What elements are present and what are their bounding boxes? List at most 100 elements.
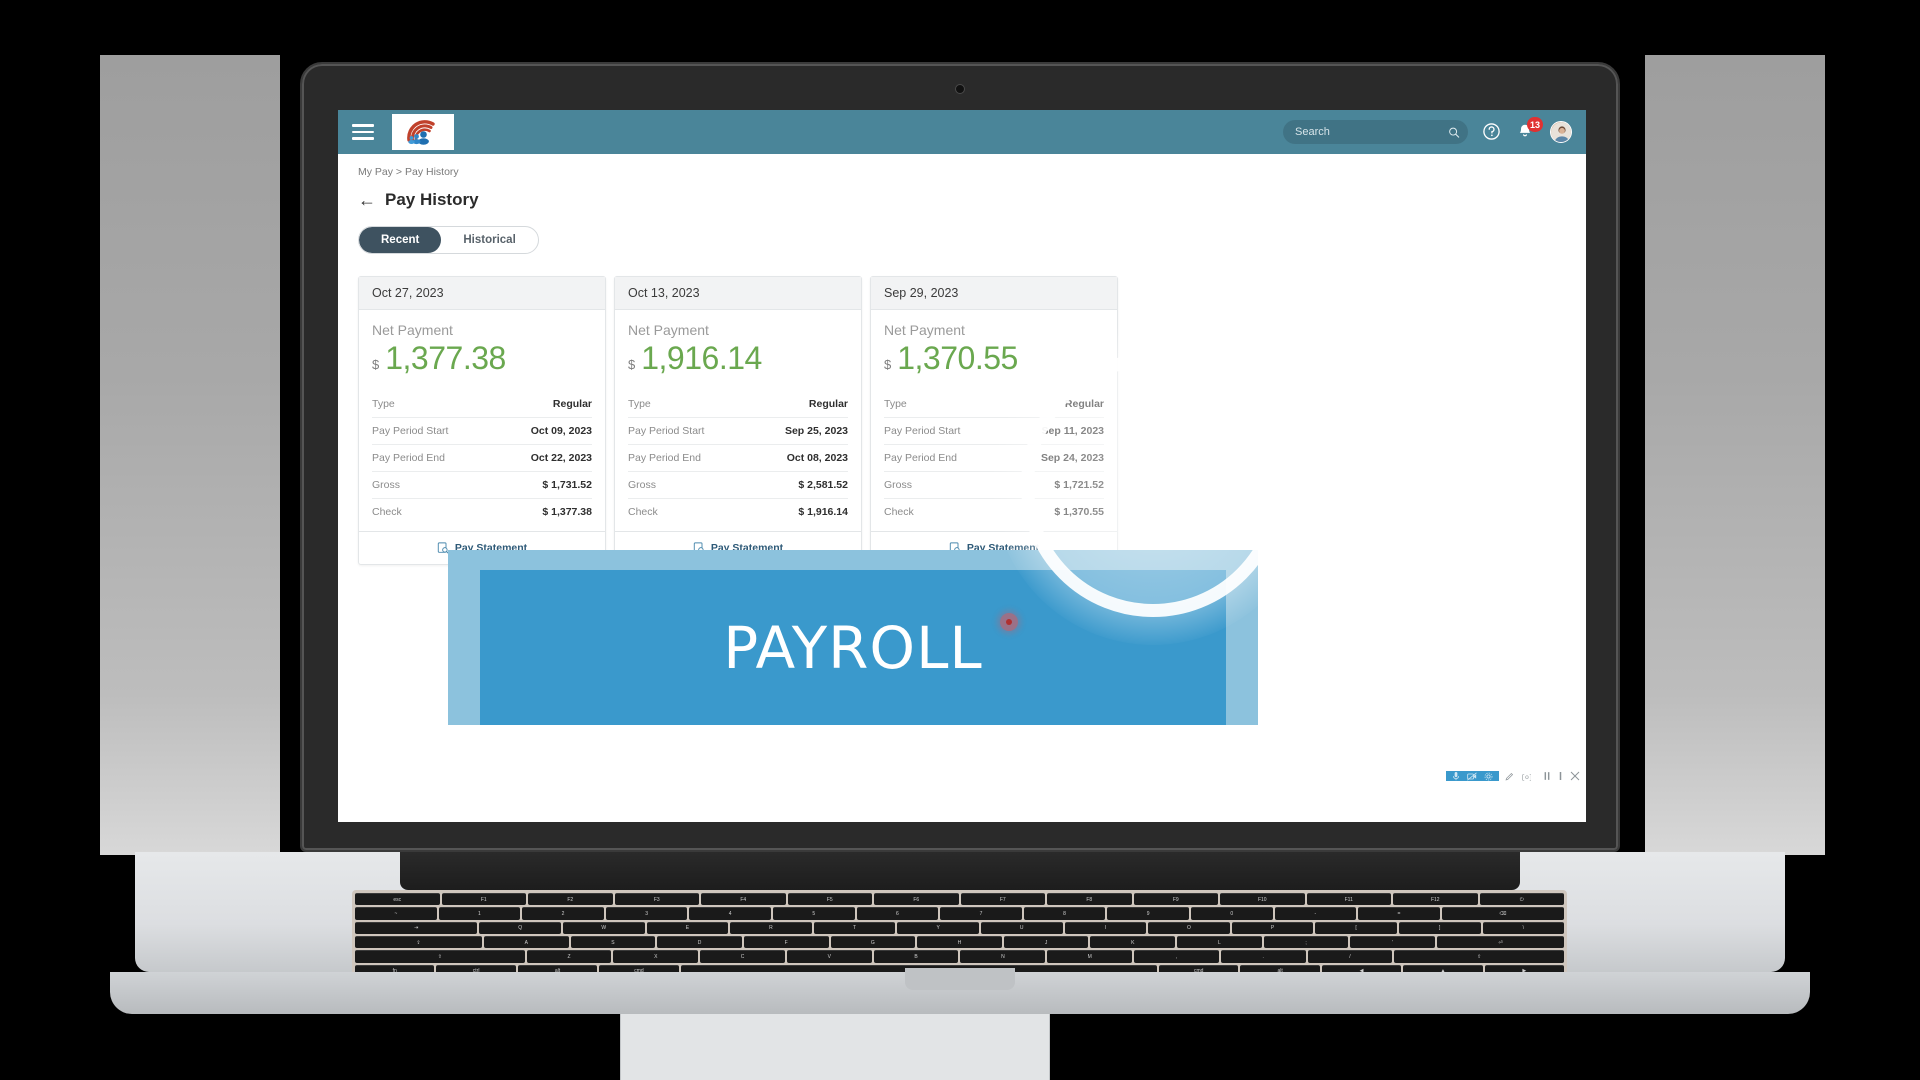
net-payment-amount: $ 1,377.38 [372, 340, 592, 377]
currency-symbol: $ [372, 357, 380, 372]
row-label: Pay Period End [628, 452, 701, 464]
key: L [1177, 935, 1262, 949]
pay-detail-row: Pay Period End Oct 22, 2023 [372, 445, 592, 472]
key: Y [897, 921, 979, 934]
key: X [613, 950, 699, 963]
backdrop-panel-right [1645, 55, 1825, 855]
key: [ [1315, 921, 1397, 934]
key: F1 [441, 893, 526, 906]
key: O [1148, 921, 1230, 934]
row-value: Sep 25, 2023 [784, 425, 848, 437]
key: , [1134, 950, 1219, 963]
pay-card[interactable]: Oct 27, 2023 Net Payment $ 1,377.38 Type… [358, 276, 606, 565]
key: F12 [1393, 893, 1478, 906]
key: ⌫ [1441, 907, 1565, 920]
net-payment-value: 1,377.38 [385, 340, 506, 376]
video-controls-mid[interactable]: [o] [1499, 772, 1537, 781]
settings-icon[interactable] [1484, 772, 1493, 781]
key: I [1064, 921, 1147, 934]
row-label: Type [372, 398, 395, 410]
bell-icon[interactable]: 13 [1516, 117, 1543, 142]
key: Q [479, 921, 561, 934]
row-value: Oct 09, 2023 [530, 425, 592, 437]
back-arrow-icon[interactable]: ← [358, 191, 376, 209]
laptop-keyboard: esc F1 F2 F3 F4 F5 F6 F7 F8 F9 F10 F11 F… [352, 890, 1567, 980]
row-label: Pay Period Start [628, 425, 705, 437]
hamburger-menu-icon[interactable] [352, 124, 374, 140]
row-label: Check [372, 506, 402, 518]
keyboard-row: ⇥ Q W E R T Y U I O P [ ] \ [355, 921, 1565, 934]
key: 8 [1023, 907, 1106, 920]
tab-historical[interactable]: Historical [441, 227, 537, 253]
key: G [830, 935, 916, 949]
pay-card[interactable]: Oct 13, 2023 Net Payment $ 1,916.14 Type… [614, 276, 862, 565]
row-label: Pay Period Start [372, 425, 449, 437]
currency-symbol: $ [628, 357, 636, 372]
row-value: $ 1,916.14 [798, 506, 848, 518]
video-control-bar[interactable]: [o] [1446, 766, 1586, 786]
key: 2 [522, 907, 604, 920]
search-input[interactable] [1295, 126, 1448, 138]
pay-card[interactable]: Sep 29, 2023 Net Payment $ 1,370.55 Type… [870, 276, 1118, 565]
row-value: $ 1,731.52 [542, 479, 592, 491]
pause-icon[interactable] [1543, 771, 1551, 781]
key: B [873, 950, 959, 963]
user-avatar[interactable] [1550, 121, 1572, 143]
key: 3 [605, 907, 688, 920]
pay-card-body: Net Payment $ 1,370.55 Type Regular Pay … [871, 310, 1117, 531]
key: T [813, 921, 896, 934]
stop-icon[interactable] [1558, 771, 1563, 781]
logo-icon [407, 120, 435, 145]
row-value: $ 2,581.52 [798, 479, 848, 491]
pencil-icon[interactable] [1505, 772, 1514, 781]
video-controls-right[interactable] [1537, 771, 1586, 781]
laptop-latch-notch [905, 968, 1015, 990]
camera-off-icon[interactable] [1467, 772, 1477, 781]
row-value: Sep 11, 2023 [1041, 425, 1104, 437]
key: N [960, 950, 1046, 963]
pay-detail-row: Gross $ 1,721.52 [884, 472, 1104, 499]
key: ⇧ [1394, 950, 1564, 963]
key: F11 [1306, 893, 1391, 906]
breadcrumb[interactable]: My Pay > Pay History [358, 166, 1566, 178]
row-value: $ 1,377.38 [542, 506, 592, 518]
microphone-icon[interactable] [1452, 771, 1460, 781]
key: 4 [689, 907, 771, 920]
pay-card-body: Net Payment $ 1,916.14 Type Regular Pay … [615, 310, 861, 531]
net-payment-amount: $ 1,916.14 [628, 340, 848, 377]
video-controls-left[interactable] [1446, 771, 1499, 781]
key: esc [355, 893, 440, 906]
highlight-icon[interactable]: [o] [1521, 772, 1531, 781]
key: F7 [960, 893, 1045, 906]
pay-detail-row: Gross $ 2,581.52 [628, 472, 848, 499]
key: = [1358, 907, 1440, 920]
key: 6 [856, 907, 939, 920]
key: . [1220, 950, 1306, 963]
row-label: Type [884, 398, 907, 410]
keyboard-row: ~ 1 2 3 4 5 6 7 8 9 0 - = ⌫ [355, 907, 1565, 920]
header-actions: 13 [1283, 117, 1572, 144]
svg-text:[o]: [o] [1521, 774, 1531, 781]
pay-detail-row: Pay Period End Oct 08, 2023 [628, 445, 848, 472]
pay-detail-row: Type Regular [884, 391, 1104, 418]
help-circle-icon[interactable] [1482, 122, 1502, 142]
key: F9 [1133, 893, 1218, 906]
key: F3 [614, 893, 699, 906]
key: F5 [787, 893, 872, 906]
key: 1 [438, 907, 521, 920]
key: 7 [940, 907, 1022, 920]
close-icon[interactable] [1570, 771, 1580, 781]
tab-recent[interactable]: Recent [359, 227, 442, 253]
search-box[interactable] [1283, 120, 1468, 144]
net-payment-value: 1,916.14 [641, 340, 762, 376]
row-value: Oct 22, 2023 [530, 452, 592, 464]
key: \ [1482, 921, 1565, 934]
key: ' [1350, 935, 1436, 949]
laptop-lid: 13 My Pay > Pay History [300, 62, 1620, 852]
pay-detail-row: Pay Period Start Sep 11, 2023 [884, 418, 1104, 445]
company-logo[interactable] [392, 114, 454, 150]
key: F6 [874, 893, 959, 906]
backdrop-panel-left [100, 55, 280, 855]
search-icon[interactable] [1448, 126, 1460, 139]
pay-detail-row: Check $ 1,377.38 [372, 499, 592, 525]
